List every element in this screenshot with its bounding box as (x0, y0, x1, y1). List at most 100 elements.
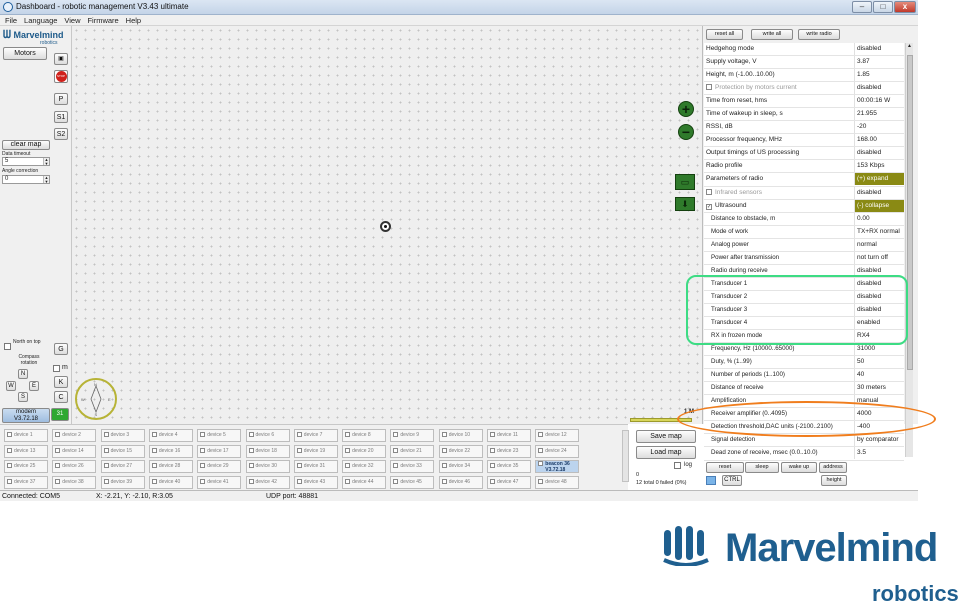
device-checkbox[interactable] (538, 447, 544, 453)
device-checkbox[interactable] (296, 463, 302, 468)
c-button[interactable]: C (54, 391, 68, 403)
clear-map-button[interactable]: clear map (2, 140, 50, 150)
device-item[interactable]: device 13 (4, 444, 48, 458)
device-item[interactable]: device 3 (100, 429, 145, 442)
property-row[interactable]: Distance to obstacle, m 0.00 (704, 212, 904, 226)
minimize-button[interactable]: – (852, 1, 872, 13)
device-item[interactable]: device 2 (52, 429, 97, 442)
robot-icon[interactable]: ▣ (54, 53, 68, 65)
device-checkbox[interactable] (7, 432, 12, 437)
device-checkbox[interactable] (55, 432, 61, 437)
property-row[interactable]: Time of wakeup in sleep, s 21.955 (704, 108, 904, 122)
device-checkbox[interactable] (248, 432, 254, 437)
device-checkbox[interactable] (345, 447, 351, 453)
property-value[interactable]: disabled (854, 43, 904, 55)
property-value[interactable]: 168.00 (854, 134, 904, 147)
device-item[interactable]: device 39 (100, 475, 145, 489)
device-checkbox[interactable] (345, 463, 351, 468)
device-item[interactable]: device 38 (52, 475, 97, 489)
property-value[interactable]: normal (854, 238, 904, 251)
property-row[interactable]: Analog power normal (704, 238, 904, 252)
device-item[interactable]: device 12 (535, 429, 580, 442)
device-checkbox[interactable] (296, 478, 302, 484)
property-row[interactable]: Supply voltage, V 3.87 (704, 56, 904, 70)
device-item[interactable]: device 29 (197, 460, 242, 473)
reset-button[interactable]: reset (706, 462, 744, 473)
s2-button[interactable]: S2 (54, 128, 68, 140)
property-value[interactable]: 1.85 (854, 69, 904, 82)
checkbox-icon[interactable] (706, 188, 712, 195)
device-checkbox[interactable] (151, 447, 157, 453)
address-button[interactable]: address (819, 462, 847, 473)
device-item[interactable]: device 17 (197, 444, 242, 458)
property-row[interactable]: Height, m (-1.00..10.00) 1.85 (704, 69, 904, 83)
property-row[interactable]: Radio profile 153 Kbps (704, 160, 904, 174)
write-all-button[interactable]: write all (751, 29, 793, 40)
device-checkbox[interactable] (490, 463, 495, 468)
compass-west-button[interactable]: W (6, 381, 16, 391)
device-item[interactable]: device 14 (52, 444, 97, 458)
device-checkbox[interactable] (55, 447, 61, 453)
device-item[interactable]: device 15 (100, 444, 145, 458)
property-value[interactable]: disabled (854, 82, 904, 95)
property-row[interactable]: ✓ Ultrasound (-) collapse (704, 199, 904, 213)
property-value[interactable]: (+) expand (854, 173, 904, 186)
property-value[interactable]: TX+RX normal (854, 225, 904, 238)
property-value[interactable]: by comparator (854, 434, 904, 447)
property-row[interactable]: Frequency, Hz (10000..65000) 31000 (704, 343, 904, 357)
device-item[interactable]: device 11 (487, 429, 531, 442)
device-checkbox[interactable] (393, 447, 399, 453)
device-checkbox[interactable] (441, 447, 447, 453)
device-item[interactable]: device 48 (535, 475, 580, 489)
device-checkbox[interactable] (490, 478, 495, 484)
property-value[interactable]: not turn off (854, 251, 904, 264)
modem-button[interactable]: modem V3.72.18 (2, 408, 50, 423)
property-value[interactable]: 50 (854, 356, 904, 369)
device-checkbox[interactable] (55, 463, 61, 468)
device-checkbox[interactable] (490, 447, 495, 453)
device-checkbox[interactable] (393, 463, 399, 468)
device-item[interactable]: device 47 (487, 475, 531, 489)
property-row[interactable]: Number of periods (1..100) 40 (704, 369, 904, 383)
device-item[interactable]: device 6 (245, 429, 290, 442)
device-checkbox[interactable] (103, 463, 109, 468)
device-checkbox[interactable] (538, 461, 544, 466)
m-checkbox[interactable] (53, 365, 60, 372)
property-row[interactable]: Infrared sensors disabled (704, 186, 904, 200)
properties-scrollbar[interactable]: ▲ (905, 43, 913, 457)
device-item[interactable]: device 21 (390, 444, 435, 458)
device-checkbox[interactable] (441, 478, 447, 484)
device-checkbox[interactable] (248, 463, 254, 468)
motors-button[interactable]: Motors (3, 47, 47, 60)
device-item[interactable]: device 8 (342, 429, 387, 442)
device-checkbox[interactable] (345, 432, 351, 437)
device-checkbox[interactable] (538, 478, 544, 484)
property-row[interactable]: Duty, % (1..99) 50 (704, 356, 904, 370)
property-row[interactable]: Dead zone of receive, msec (0.0..10.0) 3.… (704, 447, 904, 461)
device-checkbox[interactable] (441, 463, 447, 468)
compass-north-button[interactable]: N (18, 369, 28, 379)
zoom-out-button[interactable]: − (678, 124, 694, 140)
zoom-in-button[interactable]: + (678, 101, 694, 117)
device-item[interactable]: device 35 (487, 460, 531, 473)
sleep-button[interactable]: sleep (745, 462, 779, 473)
device-item[interactable]: device 30 (245, 460, 290, 473)
reset-all-button[interactable]: reset all (706, 29, 743, 40)
device-checkbox[interactable] (345, 478, 351, 484)
s1-button[interactable]: S1 (54, 111, 68, 123)
device-item[interactable]: device 10 (438, 429, 483, 442)
property-value[interactable]: 0.00 (854, 212, 904, 225)
property-value[interactable]: (-) collapse (854, 199, 904, 212)
menu-file[interactable]: File (5, 15, 17, 26)
ctrl-button[interactable]: CTRL (722, 475, 742, 486)
device-checkbox[interactable] (103, 447, 109, 453)
device-checkbox[interactable] (248, 478, 254, 484)
device-checkbox[interactable] (7, 463, 12, 468)
device-item[interactable]: device 19 (293, 444, 338, 458)
property-value[interactable]: 40 (854, 369, 904, 382)
spin-arrows-icon[interactable]: ▲ ▼ (43, 158, 49, 165)
device-scrollbar[interactable] (622, 430, 629, 482)
device-item[interactable]: device 24 (535, 444, 580, 458)
device-item[interactable]: device 45 (390, 475, 435, 489)
k-button[interactable]: K (54, 376, 68, 388)
